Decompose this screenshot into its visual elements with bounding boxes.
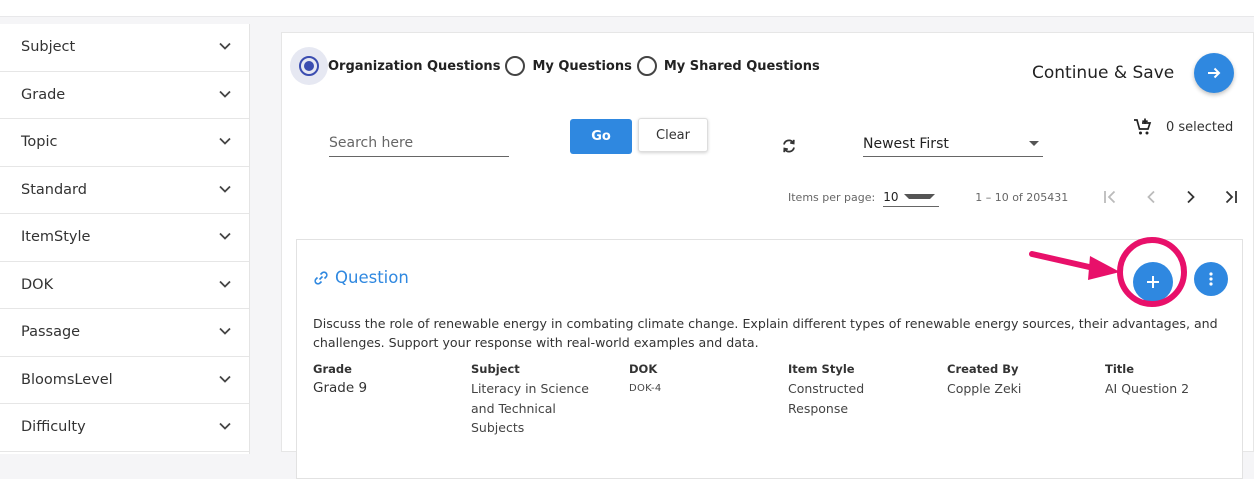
filter-bloomslevel[interactable]: BloomsLevel: [0, 357, 249, 404]
arrow-right-icon: [1208, 67, 1221, 79]
sort-value: Newest First: [863, 135, 949, 152]
meta-value: DOK-4: [629, 383, 662, 394]
caret-down-icon: [1029, 141, 1039, 146]
filter-label: DOK: [21, 276, 54, 293]
meta-value: Grade 9: [313, 380, 368, 396]
radio-organization-questions[interactable]: Organization Questions: [290, 47, 500, 85]
meta-item-style: Item Style Constructed Response: [788, 362, 898, 418]
next-page-icon[interactable]: [1181, 187, 1201, 207]
more-vertical-icon: [1209, 272, 1213, 286]
question-source-radio-group: Organization Questions My Questions My S…: [290, 47, 824, 85]
question-header[interactable]: Question: [313, 268, 409, 287]
filter-label: Passage: [21, 324, 81, 341]
selected-cart[interactable]: 0 selected: [1133, 118, 1233, 136]
chevron-down-icon: [219, 422, 231, 432]
filter-subject[interactable]: Subject: [0, 24, 249, 72]
meta-created-by: Created By Copple Zeki: [947, 362, 1097, 399]
link-icon: [314, 270, 328, 285]
refresh-icon[interactable]: [780, 137, 798, 155]
meta-label: Grade: [313, 362, 352, 376]
filter-grade[interactable]: Grade: [0, 72, 249, 119]
chevron-down-icon: [219, 232, 231, 242]
meta-subject: Subject Literacy in Science and Technica…: [471, 362, 601, 438]
first-page-icon[interactable]: [1101, 187, 1121, 207]
clear-button[interactable]: Clear: [638, 118, 708, 152]
meta-label: Item Style: [788, 362, 855, 376]
continue-label: Continue & Save: [1032, 63, 1175, 83]
cart-add-icon[interactable]: [1133, 118, 1153, 136]
filter-label: ItemStyle: [21, 229, 91, 246]
selected-count: 0 selected: [1166, 119, 1234, 135]
annotation-arrow: [1029, 251, 1120, 280]
chevron-down-icon: [219, 375, 231, 385]
filter-label: Standard: [21, 181, 87, 198]
chevron-down-icon: [219, 280, 231, 290]
meta-label: Title: [1105, 362, 1135, 376]
search-input[interactable]: [329, 131, 509, 155]
meta-grade: Grade Grade 9: [313, 362, 463, 399]
filter-label: Grade: [21, 86, 66, 103]
filter-standard[interactable]: Standard: [0, 167, 249, 214]
sort-select[interactable]: Newest First: [863, 131, 1043, 157]
meta-label: DOK: [629, 362, 658, 376]
filter-itemstyle[interactable]: ItemStyle: [0, 214, 249, 262]
meta-label: Subject: [471, 362, 520, 376]
radio-label: Organization Questions: [328, 58, 501, 74]
filter-difficulty[interactable]: Difficulty: [0, 404, 249, 452]
go-button[interactable]: Go: [570, 119, 632, 154]
items-per-page-select[interactable]: 10: [883, 187, 940, 207]
paginator: Items per page: 10 1 – 10 of 205431: [788, 183, 1068, 211]
chevron-down-icon: [219, 42, 231, 52]
meta-dok: DOK DOK-4: [629, 362, 779, 399]
annotation-highlight-circle: [1117, 237, 1187, 307]
filter-label: Difficulty: [21, 419, 86, 436]
continue-and-save[interactable]: Continue & Save: [1032, 53, 1235, 93]
chevron-down-icon: [219, 137, 231, 147]
meta-value: Copple Zeki: [947, 381, 1022, 396]
last-page-icon[interactable]: [1220, 187, 1240, 207]
continue-button[interactable]: [1194, 53, 1235, 93]
radio-my-questions[interactable]: My Questions: [504, 55, 632, 77]
items-per-page-value: 10: [883, 189, 899, 204]
search-field[interactable]: [329, 131, 509, 157]
meta-title: Title AI Question 2: [1105, 362, 1235, 399]
filter-dok[interactable]: DOK: [0, 262, 249, 309]
radio-button[interactable]: [290, 47, 328, 85]
meta-value: Constructed Response: [788, 381, 865, 416]
filter-sidebar: Subject Grade Topic Standard ItemStyle D…: [0, 24, 250, 454]
caret-down-icon: [904, 194, 936, 199]
radio-button[interactable]: [504, 55, 526, 77]
radio-label: My Questions: [532, 58, 632, 74]
chevron-down-icon: [219, 185, 231, 195]
radio-label: My Shared Questions: [663, 58, 820, 74]
filter-topic[interactable]: Topic: [0, 119, 249, 167]
page-range: 1 – 10 of 205431: [975, 190, 1069, 204]
chevron-down-icon: [219, 327, 231, 337]
filter-label: Topic: [21, 134, 58, 151]
chevron-down-icon: [219, 90, 231, 100]
filter-label: BloomsLevel: [21, 371, 113, 388]
filter-label: Subject: [21, 39, 76, 56]
meta-value: AI Question 2: [1105, 381, 1190, 396]
question-description: Discuss the role of renewable energy in …: [313, 316, 1218, 350]
question-title[interactable]: Question: [335, 268, 409, 287]
previous-page-icon[interactable]: [1141, 187, 1161, 207]
more-options-button[interactable]: [1194, 262, 1228, 296]
radio-my-shared-questions[interactable]: My Shared Questions: [636, 55, 820, 77]
radio-button[interactable]: [636, 55, 658, 77]
meta-label: Created By: [947, 362, 1019, 376]
items-per-page-label: Items per page:: [788, 190, 876, 204]
top-bar: [0, 0, 1254, 17]
meta-value: Literacy in Science and Technical Subjec…: [471, 381, 589, 435]
filter-passage[interactable]: Passage: [0, 309, 249, 357]
